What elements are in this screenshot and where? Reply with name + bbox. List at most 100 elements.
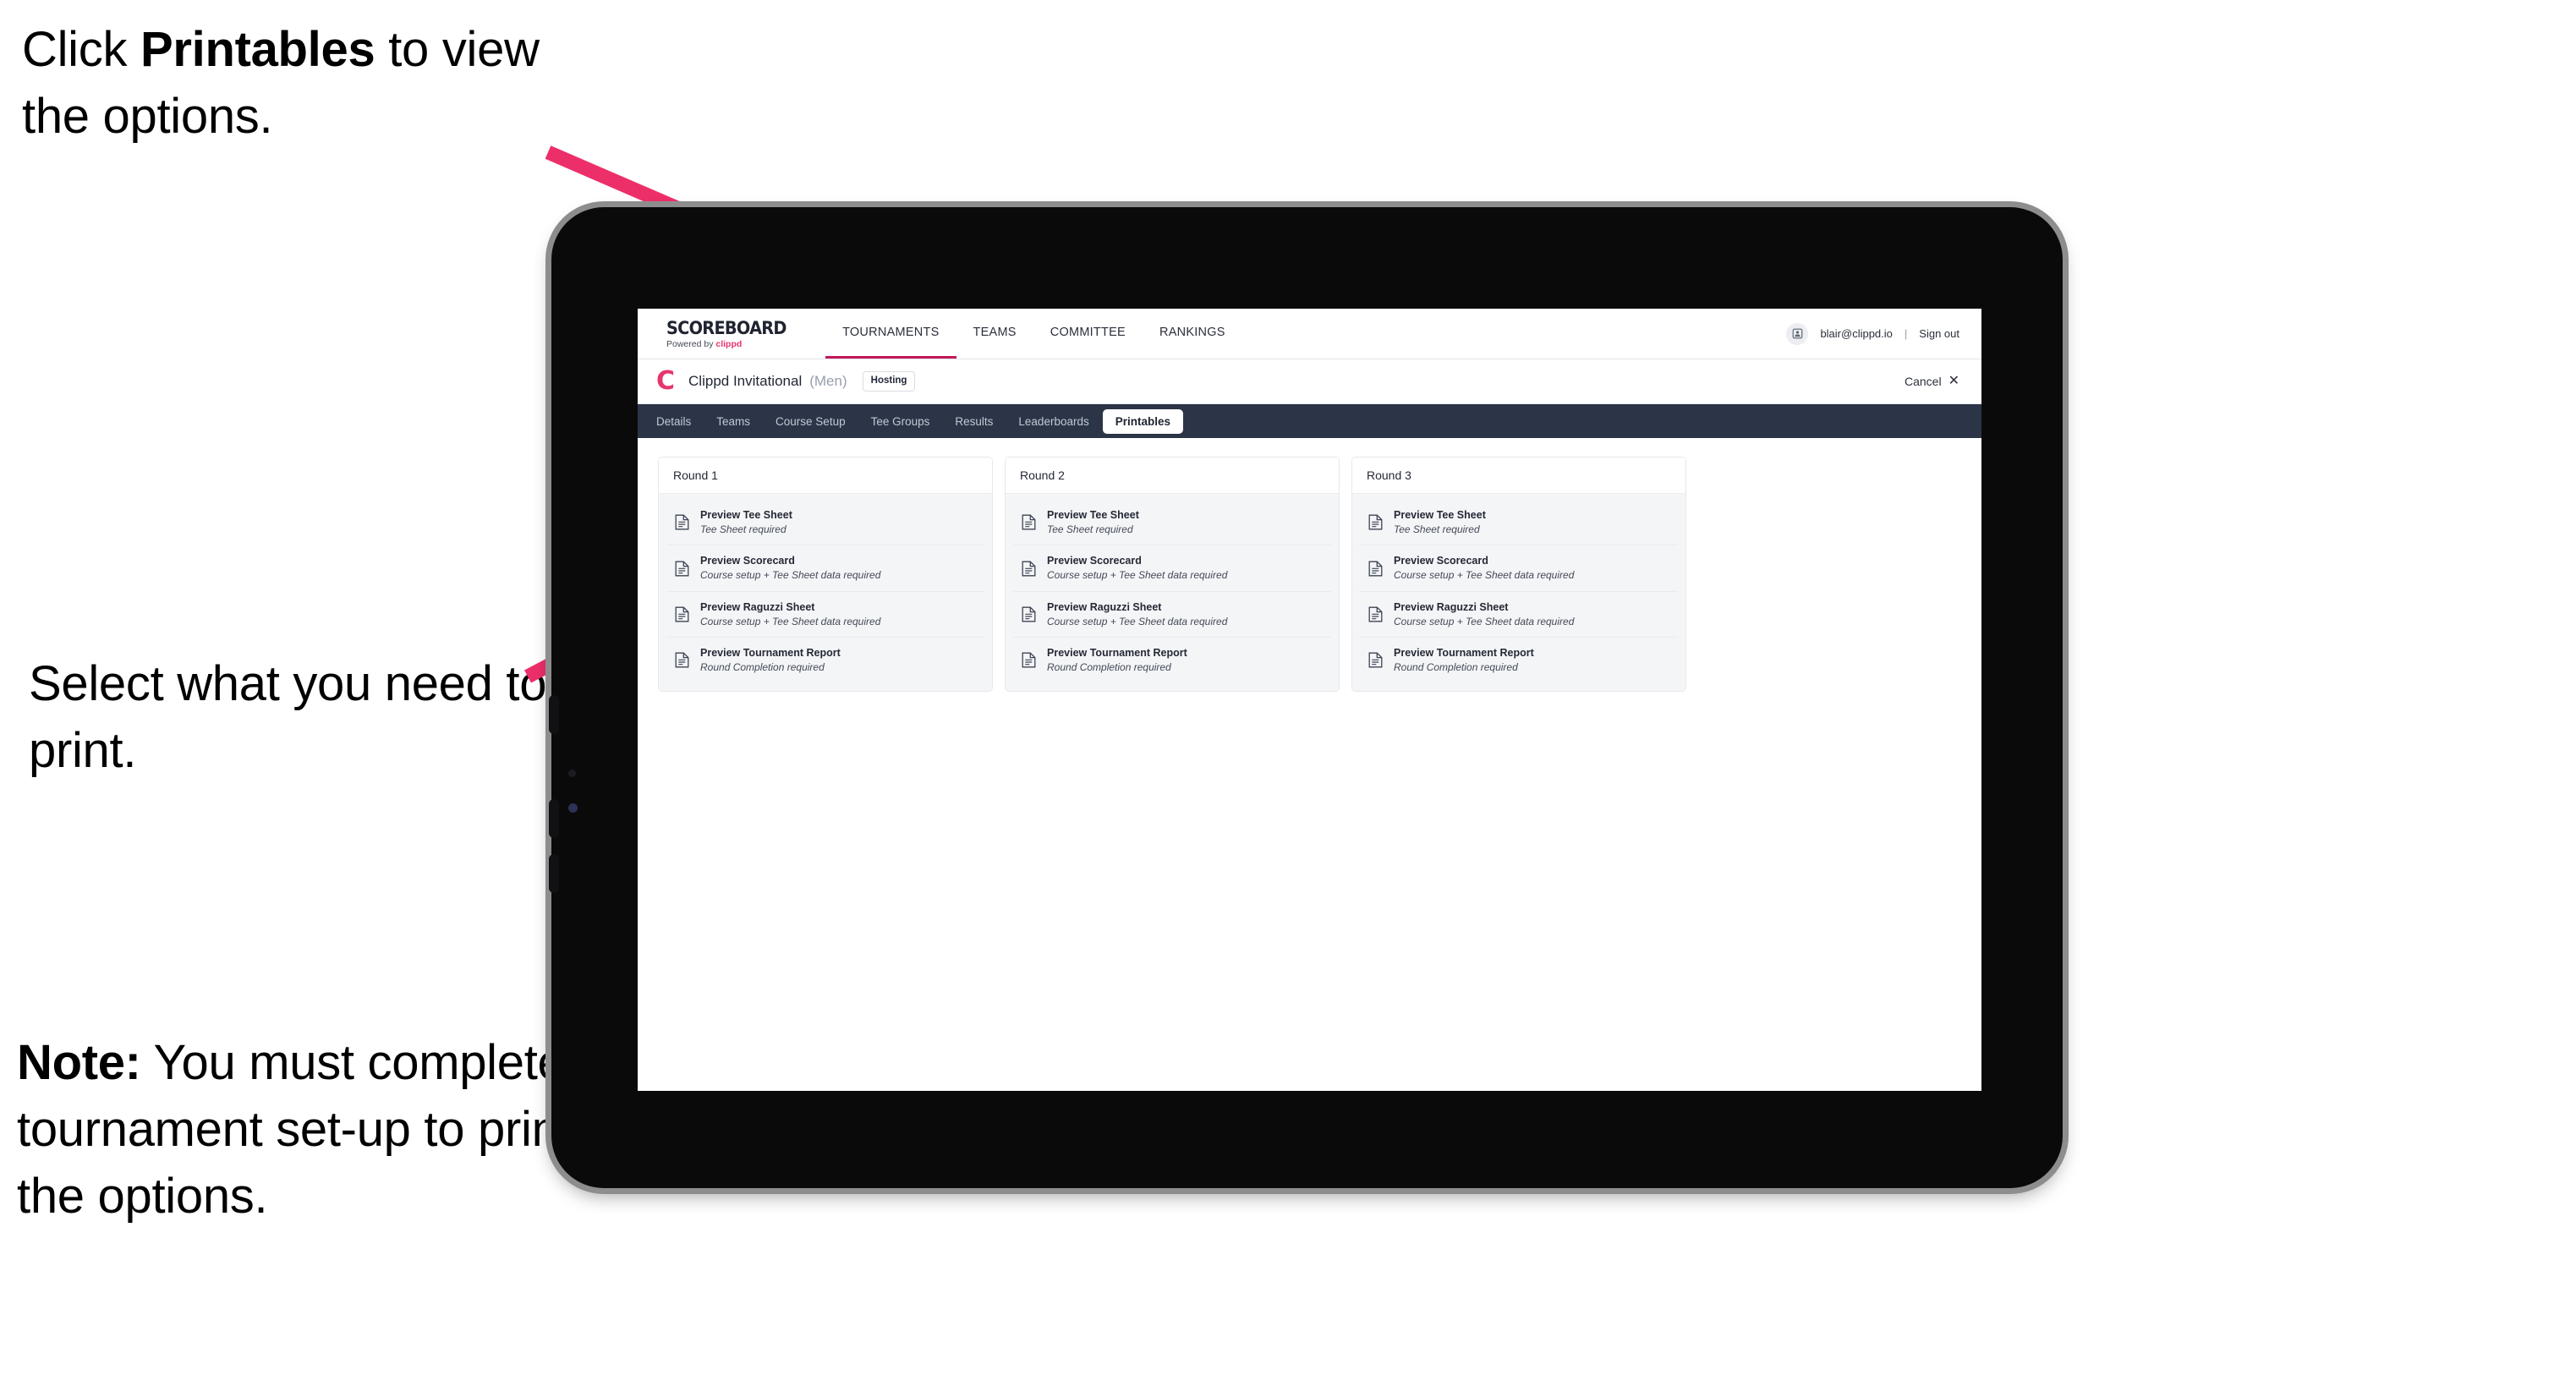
tab-strip: Details Teams Course Setup Tee Groups Re…: [638, 404, 1981, 438]
item-title: Preview Tee Sheet: [700, 509, 792, 521]
nav-divider: |: [1904, 327, 1908, 340]
brand-sub-prefix: Powered by: [666, 339, 716, 349]
item-requirement: Course setup + Tee Sheet data required: [1047, 569, 1228, 582]
document-icon: [675, 561, 689, 577]
item-title: Preview Scorecard: [1047, 555, 1142, 567]
nav-item-teams[interactable]: TEAMS: [956, 309, 1033, 359]
tournament-name: Clippd Invitational: [688, 373, 803, 389]
item-requirement: Tee Sheet required: [1047, 523, 1133, 535]
cancel-button[interactable]: Cancel ✕: [1905, 374, 1959, 389]
round-card-2: Round 2 Preview Tee Sheet Tee Sheet requ…: [1005, 457, 1340, 692]
tab-teams[interactable]: Teams: [704, 410, 762, 433]
document-icon: [1022, 514, 1036, 530]
round-items-list: Preview Tee Sheet Tee Sheet required Pre…: [659, 494, 992, 691]
list-item[interactable]: Preview Raguzzi Sheet Course setup + Tee…: [1360, 592, 1678, 638]
document-icon: [1368, 514, 1383, 530]
nav-item-tournaments[interactable]: TOURNAMENTS: [825, 309, 956, 359]
list-item[interactable]: Preview Scorecard Course setup + Tee She…: [1360, 545, 1678, 592]
callout-text-pre: Click: [22, 22, 140, 77]
status-badge: Hosting: [862, 371, 916, 392]
document-icon: [675, 652, 689, 668]
tab-printables[interactable]: Printables: [1102, 408, 1184, 434]
nav-item-committee[interactable]: COMMITTEE: [1033, 309, 1143, 359]
item-requirement: Course setup + Tee Sheet data required: [700, 569, 881, 582]
round-items-list: Preview Tee Sheet Tee Sheet required Pre…: [1352, 494, 1685, 691]
callout-click-printables: Click Printables to view the options.: [22, 17, 597, 151]
front-camera-icon: [568, 770, 576, 777]
tab-course-setup[interactable]: Course Setup: [764, 410, 858, 433]
list-item[interactable]: Preview Tournament Report Round Completi…: [1013, 638, 1331, 682]
tablet-device: SCOREBOARD Powered by clippd TOURNAMENTS…: [549, 207, 2063, 1188]
tab-results[interactable]: Results: [943, 410, 1005, 433]
top-navigation-bar: SCOREBOARD Powered by clippd TOURNAMENTS…: [638, 309, 1981, 359]
user-avatar-icon[interactable]: [1786, 322, 1809, 345]
item-title: Preview Raguzzi Sheet: [1394, 600, 1509, 613]
item-requirement: Tee Sheet required: [1394, 523, 1480, 535]
list-item[interactable]: Preview Tournament Report Round Completi…: [666, 638, 984, 682]
list-item[interactable]: Preview Tee Sheet Tee Sheet required: [1360, 500, 1678, 546]
volume-down-button[interactable]: [549, 799, 559, 838]
list-item[interactable]: Preview Tee Sheet Tee Sheet required: [1013, 500, 1331, 546]
document-icon: [1022, 652, 1036, 668]
list-item[interactable]: Preview Tee Sheet Tee Sheet required: [666, 500, 984, 546]
document-icon: [1368, 652, 1383, 668]
power-button[interactable]: [549, 854, 559, 893]
brand-title: SCOREBOARD: [666, 318, 787, 338]
volume-up-button[interactable]: [549, 695, 559, 734]
round-title: Round 3: [1352, 457, 1685, 494]
document-icon: [675, 514, 689, 530]
item-title: Preview Scorecard: [700, 555, 795, 567]
document-icon: [1368, 561, 1383, 577]
list-item[interactable]: Preview Scorecard Course setup + Tee She…: [666, 545, 984, 592]
item-title: Preview Scorecard: [1394, 555, 1488, 567]
document-icon: [675, 606, 689, 622]
cancel-label: Cancel: [1905, 375, 1942, 388]
list-item[interactable]: Preview Raguzzi Sheet Course setup + Tee…: [666, 592, 984, 638]
tab-details[interactable]: Details: [644, 410, 703, 433]
item-requirement: Round Completion required: [1394, 661, 1518, 674]
user-email-label: blair@clippd.io: [1820, 327, 1893, 340]
item-requirement: Round Completion required: [1047, 661, 1171, 674]
round-card-1: Round 1 Preview Tee Sheet Tee Sheet requ…: [658, 457, 993, 692]
item-requirement: Course setup + Tee Sheet data required: [1047, 615, 1228, 627]
item-title: Preview Tournament Report: [700, 647, 841, 660]
callout-select-to-print: Select what you need to print.: [29, 656, 547, 778]
nav-right-group: blair@clippd.io | Sign out: [1786, 309, 1981, 359]
list-item[interactable]: Preview Scorecard Course setup + Tee She…: [1013, 545, 1331, 592]
list-item[interactable]: Preview Tournament Report Round Completi…: [1360, 638, 1678, 682]
scoreboard-logo[interactable]: SCOREBOARD Powered by clippd: [666, 309, 825, 359]
sign-out-button[interactable]: Sign out: [1919, 327, 1959, 340]
item-title: Preview Tournament Report: [1394, 647, 1534, 660]
callout-text-bold: Printables: [140, 22, 375, 77]
item-requirement: Tee Sheet required: [700, 523, 787, 535]
round-title: Round 2: [1006, 457, 1339, 494]
list-item[interactable]: Preview Raguzzi Sheet Course setup + Tee…: [1013, 592, 1331, 638]
item-title: Preview Tee Sheet: [1394, 509, 1486, 521]
item-title: Preview Tee Sheet: [1047, 509, 1139, 521]
tournament-gender: (Men): [809, 373, 847, 389]
document-icon: [1022, 561, 1036, 577]
item-title: Preview Tournament Report: [1047, 647, 1187, 660]
round-card-3: Round 3 Preview Tee Sheet Tee Sheet requ…: [1351, 457, 1686, 692]
nav-item-rankings[interactable]: RANKINGS: [1143, 309, 1242, 359]
item-title: Preview Raguzzi Sheet: [1047, 600, 1162, 613]
brand-subtitle: Powered by clippd: [666, 339, 797, 349]
round-items-list: Preview Tee Sheet Tee Sheet required Pre…: [1006, 494, 1339, 691]
tournament-header-bar: C Clippd Invitational (Men) Hosting Canc…: [638, 359, 1981, 404]
item-requirement: Course setup + Tee Sheet data required: [1394, 615, 1575, 627]
callout-note-bold: Note:: [17, 1035, 141, 1090]
item-requirement: Round Completion required: [700, 661, 825, 674]
close-icon: ✕: [1948, 374, 1959, 388]
round-title: Round 1: [659, 457, 992, 494]
item-requirement: Course setup + Tee Sheet data required: [1394, 569, 1575, 582]
printables-content: Round 1 Preview Tee Sheet Tee Sheet requ…: [638, 438, 1981, 710]
tab-leaderboards[interactable]: Leaderboards: [1006, 410, 1100, 433]
app-screen: SCOREBOARD Powered by clippd TOURNAMENTS…: [638, 309, 1981, 1091]
item-requirement: Course setup + Tee Sheet data required: [700, 615, 881, 627]
tab-tee-groups[interactable]: Tee Groups: [859, 410, 942, 433]
brand-sub-clippd: clippd: [715, 339, 743, 349]
clippd-logo-icon: C: [656, 366, 676, 396]
sensor-icon: [568, 803, 578, 813]
document-icon: [1368, 606, 1383, 622]
item-title: Preview Raguzzi Sheet: [700, 600, 815, 613]
